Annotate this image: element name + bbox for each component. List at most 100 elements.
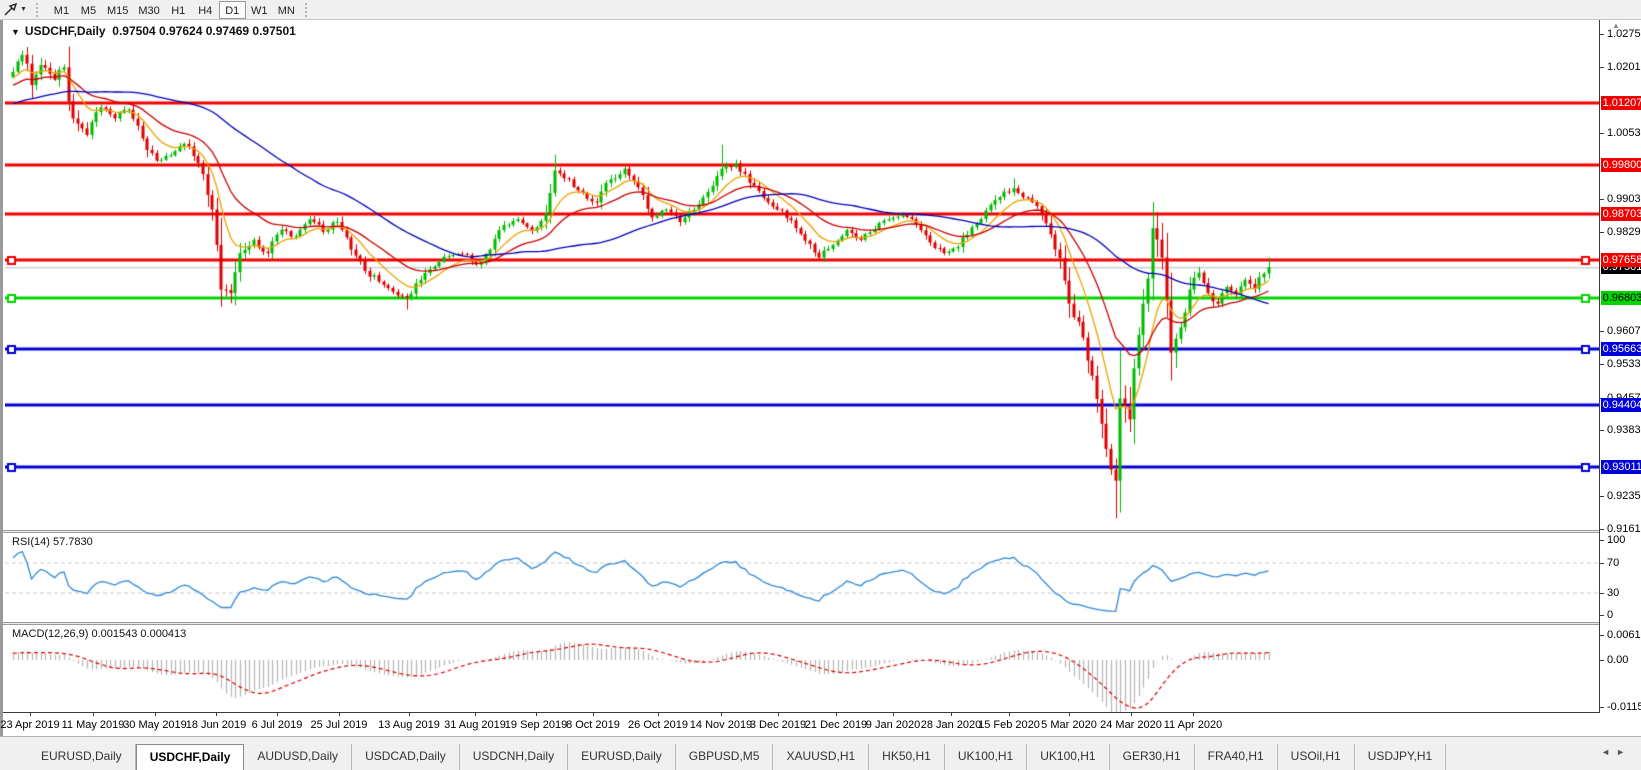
rsi-panel[interactable] bbox=[5, 533, 1599, 622]
axis-tick-mark bbox=[1600, 562, 1604, 564]
tab-uk100-h1[interactable]: UK100,H1 bbox=[1027, 744, 1110, 770]
axis-tick-mark bbox=[1600, 529, 1604, 531]
axis-tick-mark bbox=[1600, 540, 1604, 541]
timeframe-button-m15[interactable]: M15 bbox=[102, 1, 133, 19]
tab-fra40-h1[interactable]: FRA40,H1 bbox=[1195, 744, 1278, 770]
date-tick-mark bbox=[593, 713, 594, 716]
tab-audusd-daily[interactable]: AUDUSD,Daily bbox=[244, 744, 353, 770]
chart-ohlc-values: 0.97504 0.97624 0.97469 0.97501 bbox=[112, 24, 296, 38]
tab-scroll-left-icon[interactable]: ◄ bbox=[1601, 747, 1616, 757]
date-tick-mark bbox=[30, 713, 31, 716]
axis-tick-mark bbox=[1600, 232, 1604, 234]
price-tick-label: 0.95330 bbox=[1607, 357, 1641, 370]
line-price-label[interactable]: 0.93011 bbox=[1601, 459, 1641, 474]
timeframe-button-h1[interactable]: H1 bbox=[165, 1, 192, 19]
axis-tick-mark bbox=[1600, 496, 1604, 498]
line-price-label[interactable]: 0.96803 bbox=[1601, 291, 1641, 306]
rsi-tick-label: 70 bbox=[1607, 556, 1620, 569]
date-axis[interactable]: 23 Apr 2019 11 May 2019 30 May 2019 18 Jun … bbox=[0, 713, 1641, 736]
chart-dropdown-icon[interactable]: ▼ bbox=[11, 27, 20, 37]
line-price-label[interactable]: 0.98703 bbox=[1601, 206, 1641, 221]
axis-tick-mark bbox=[1600, 615, 1604, 616]
line-price-label[interactable]: 1.01207 bbox=[1601, 95, 1641, 110]
timeframe-button-w1[interactable]: W1 bbox=[246, 1, 273, 19]
rsi-tick-label: 0 bbox=[1607, 609, 1614, 621]
macd-tick-label: 0.006167 bbox=[1607, 629, 1641, 641]
timeframe-button-m1[interactable]: M1 bbox=[48, 1, 75, 19]
chart-title: ▼ USDCHF,Daily 0.97504 0.97624 0.97469 0.… bbox=[11, 24, 296, 38]
macd-tick-label: 0.00 bbox=[1607, 654, 1629, 666]
tab-ger30-h1[interactable]: GER30,H1 bbox=[1110, 744, 1195, 770]
chart-cursor-glyph bbox=[4, 3, 17, 16]
date-tick-mark bbox=[536, 713, 537, 716]
line-price-label[interactable]: 0.99800 bbox=[1601, 158, 1641, 173]
axis-tick-mark bbox=[1600, 706, 1604, 708]
date-tick-mark bbox=[721, 713, 722, 716]
tab-gbpusd-m5[interactable]: GBPUSD,M5 bbox=[676, 744, 774, 770]
timeframe-buttons: M1 M5 M15 M30 H1 H4 D1 W1 MN bbox=[48, 0, 300, 19]
axis-tick-mark bbox=[1600, 660, 1604, 661]
price-tick-label: 1.00530 bbox=[1607, 126, 1641, 139]
date-tick-mark bbox=[155, 713, 156, 716]
date-tick-label: 25 Jul 2019 bbox=[310, 719, 368, 731]
axis-tick-mark bbox=[1600, 199, 1604, 201]
price-tick-label: 1.02010 bbox=[1607, 60, 1641, 73]
axis-tick-mark bbox=[1600, 132, 1604, 134]
price-tick-label: 0.96070 bbox=[1607, 324, 1641, 337]
chart-window: ▼ USDCHF,Daily 0.97504 0.97624 0.97469 0.… bbox=[0, 20, 1641, 736]
date-tick-mark bbox=[93, 713, 94, 716]
date-tick-mark bbox=[339, 713, 340, 716]
price-tick-label: 1.02750 bbox=[1607, 28, 1641, 40]
tab-hk50-h1[interactable]: HK50,H1 bbox=[869, 744, 945, 770]
trading-terminal: ▼ M1 M5 M15 M30 H1 H4 D1 W1 MN ▼ USDCHF,Daily 0.9… bbox=[0, 0, 1641, 770]
timeframe-button-m30[interactable]: M30 bbox=[133, 1, 164, 19]
price-tick-label: 0.93830 bbox=[1607, 424, 1641, 437]
macd-panel[interactable] bbox=[5, 625, 1599, 712]
timeframe-button-d1[interactable]: D1 bbox=[218, 0, 246, 19]
tab-uk100-h1[interactable]: UK100,H1 bbox=[945, 744, 1028, 770]
timeframe-button-mn[interactable]: MN bbox=[273, 1, 300, 19]
macd-indicator-label: MACD(12,26,9) 0.001543 0.000413 bbox=[12, 628, 187, 640]
macd-tick-label: -0.011531 bbox=[1607, 700, 1641, 713]
tab-eurusd-daily[interactable]: EURUSD,Daily bbox=[568, 744, 676, 770]
timeframe-button-h4[interactable]: H4 bbox=[192, 1, 219, 19]
tab-usdcad-daily[interactable]: USDCAD,Daily bbox=[352, 744, 460, 770]
tab-usoil-h1[interactable]: USOil,H1 bbox=[1278, 744, 1355, 770]
date-tick-mark bbox=[1193, 713, 1194, 716]
date-tick-mark bbox=[1131, 713, 1132, 716]
tab-usdjpy-h1[interactable]: USDJPY,H1 bbox=[1355, 744, 1447, 770]
tab-scroll-right-icon[interactable]: ► bbox=[1616, 747, 1631, 757]
date-tick-mark bbox=[778, 713, 779, 716]
date-tick-mark bbox=[1069, 713, 1070, 716]
date-tick-mark bbox=[836, 713, 837, 716]
chart-symbol-label: USDCHF,Daily bbox=[24, 24, 106, 38]
line-price-label[interactable]: 0.94404 bbox=[1601, 397, 1641, 412]
tab-usdcnh-daily[interactable]: USDCNH,Daily bbox=[460, 744, 569, 770]
tab-usdchf-daily[interactable]: USDCHF,Daily bbox=[135, 744, 245, 770]
date-tick-mark bbox=[277, 713, 278, 716]
axis-tick-mark bbox=[1600, 34, 1604, 35]
chart-cursor-icon[interactable] bbox=[0, 1, 20, 19]
axis-tick-mark bbox=[1600, 592, 1604, 594]
toolbar-grip bbox=[35, 2, 43, 17]
axis-tick-mark bbox=[1600, 635, 1604, 636]
tab-eurusd-daily[interactable]: EURUSD,Daily bbox=[28, 744, 136, 770]
date-tick-mark bbox=[1009, 713, 1010, 716]
timeframe-button-m5[interactable]: M5 bbox=[75, 1, 102, 19]
date-tick-mark bbox=[893, 713, 894, 716]
line-price-label[interactable]: 0.97658 bbox=[1601, 253, 1641, 268]
line-price-label[interactable]: 0.95663 bbox=[1601, 341, 1641, 356]
tab-xauusd-h1[interactable]: XAUUSD,H1 bbox=[773, 744, 870, 770]
axis-tick-mark bbox=[1600, 430, 1604, 432]
price-axis[interactable]: ▲ 1.027501.020101.005300.990300.982900.9… bbox=[1600, 20, 1641, 736]
toolbar-grip-2 bbox=[304, 2, 312, 17]
price-tick-label: 0.98290 bbox=[1607, 226, 1641, 239]
chevron-down-icon[interactable]: ▼ bbox=[20, 6, 27, 13]
date-tick-mark bbox=[409, 713, 410, 716]
main-price-chart[interactable] bbox=[5, 28, 1599, 530]
axis-tick-mark bbox=[1600, 66, 1604, 68]
date-tick-mark bbox=[216, 713, 217, 716]
rsi-tick-label: 30 bbox=[1607, 586, 1620, 599]
date-tick-mark bbox=[951, 713, 952, 716]
rsi-tick-label: 100 bbox=[1607, 534, 1626, 546]
